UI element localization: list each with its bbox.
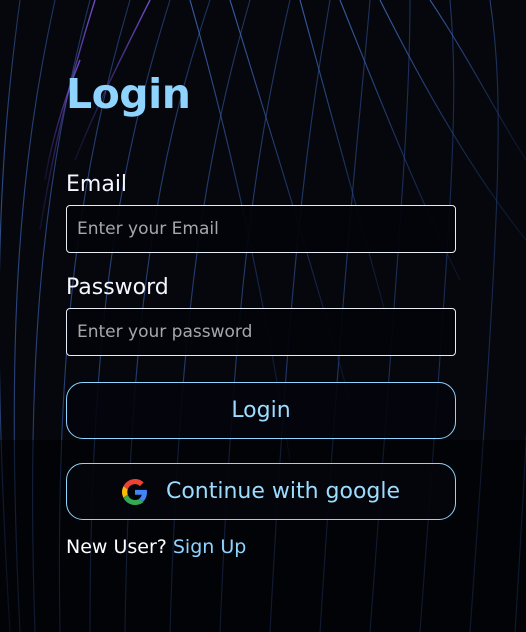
page-title: Login bbox=[66, 70, 191, 118]
email-field[interactable] bbox=[66, 205, 456, 253]
google-button-label: Continue with google bbox=[165, 479, 401, 504]
sign-up-link[interactable]: Sign Up bbox=[173, 536, 246, 558]
signup-prompt-row: New User? Sign Up bbox=[66, 536, 246, 558]
password-field[interactable] bbox=[66, 308, 456, 356]
password-label: Password bbox=[66, 275, 169, 300]
new-user-text: New User? bbox=[66, 536, 167, 558]
continue-with-google-button[interactable]: Continue with google bbox=[66, 463, 456, 520]
login-button-label: Login bbox=[231, 398, 291, 423]
email-label: Email bbox=[66, 172, 128, 197]
google-icon bbox=[121, 478, 148, 505]
login-button[interactable]: Login bbox=[66, 382, 456, 439]
